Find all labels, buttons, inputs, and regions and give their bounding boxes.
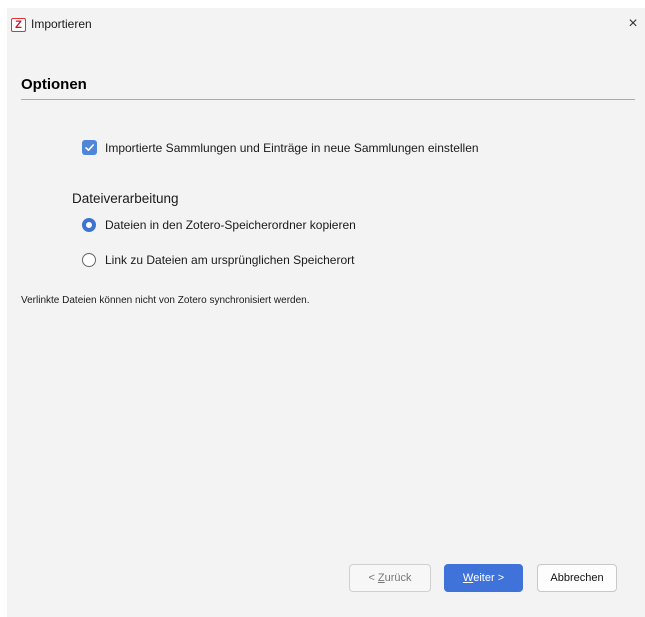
title-bar: Z Importieren ×	[7, 8, 645, 40]
close-icon[interactable]: ×	[621, 12, 645, 36]
back-button-mnemonic: Z	[377, 572, 385, 584]
collections-checkbox-label: Importierte Sammlungen und Einträge in n…	[105, 140, 479, 155]
header-divider	[21, 99, 635, 100]
copy-files-option[interactable]: Dateien in den Zotero-Speicherordner kop…	[82, 218, 356, 232]
zotero-icon: Z	[11, 18, 26, 32]
cancel-button[interactable]: Abbrechen	[537, 564, 617, 592]
back-button-prefix: <	[368, 572, 378, 584]
page-title: Optionen	[21, 76, 87, 93]
file-handling-label: Dateiverarbeitung	[72, 191, 179, 206]
collections-option[interactable]: Importierte Sammlungen und Einträge in n…	[82, 140, 479, 155]
window-title: Importieren	[31, 17, 92, 31]
sync-note: Verlinkte Dateien können nicht von Zoter…	[21, 295, 310, 306]
collections-checkbox[interactable]	[82, 140, 97, 155]
link-files-label: Link zu Dateien am ursprünglichen Speich…	[105, 253, 355, 267]
link-files-option[interactable]: Link zu Dateien am ursprünglichen Speich…	[82, 253, 354, 267]
checkmark-icon	[85, 144, 94, 151]
next-button-mnemonic: W	[462, 572, 474, 584]
next-button[interactable]: Weiter >	[444, 564, 523, 592]
copy-files-label: Dateien in den Zotero-Speicherordner kop…	[105, 218, 356, 232]
next-button-label: eiter >	[473, 572, 505, 584]
import-dialog: Z Importieren × Optionen Importierte Sam…	[7, 8, 645, 617]
back-button[interactable]: < Zurück	[349, 564, 431, 592]
link-files-radio[interactable]	[82, 253, 96, 267]
copy-files-radio[interactable]	[82, 218, 96, 232]
back-button-label: urück	[384, 572, 412, 584]
